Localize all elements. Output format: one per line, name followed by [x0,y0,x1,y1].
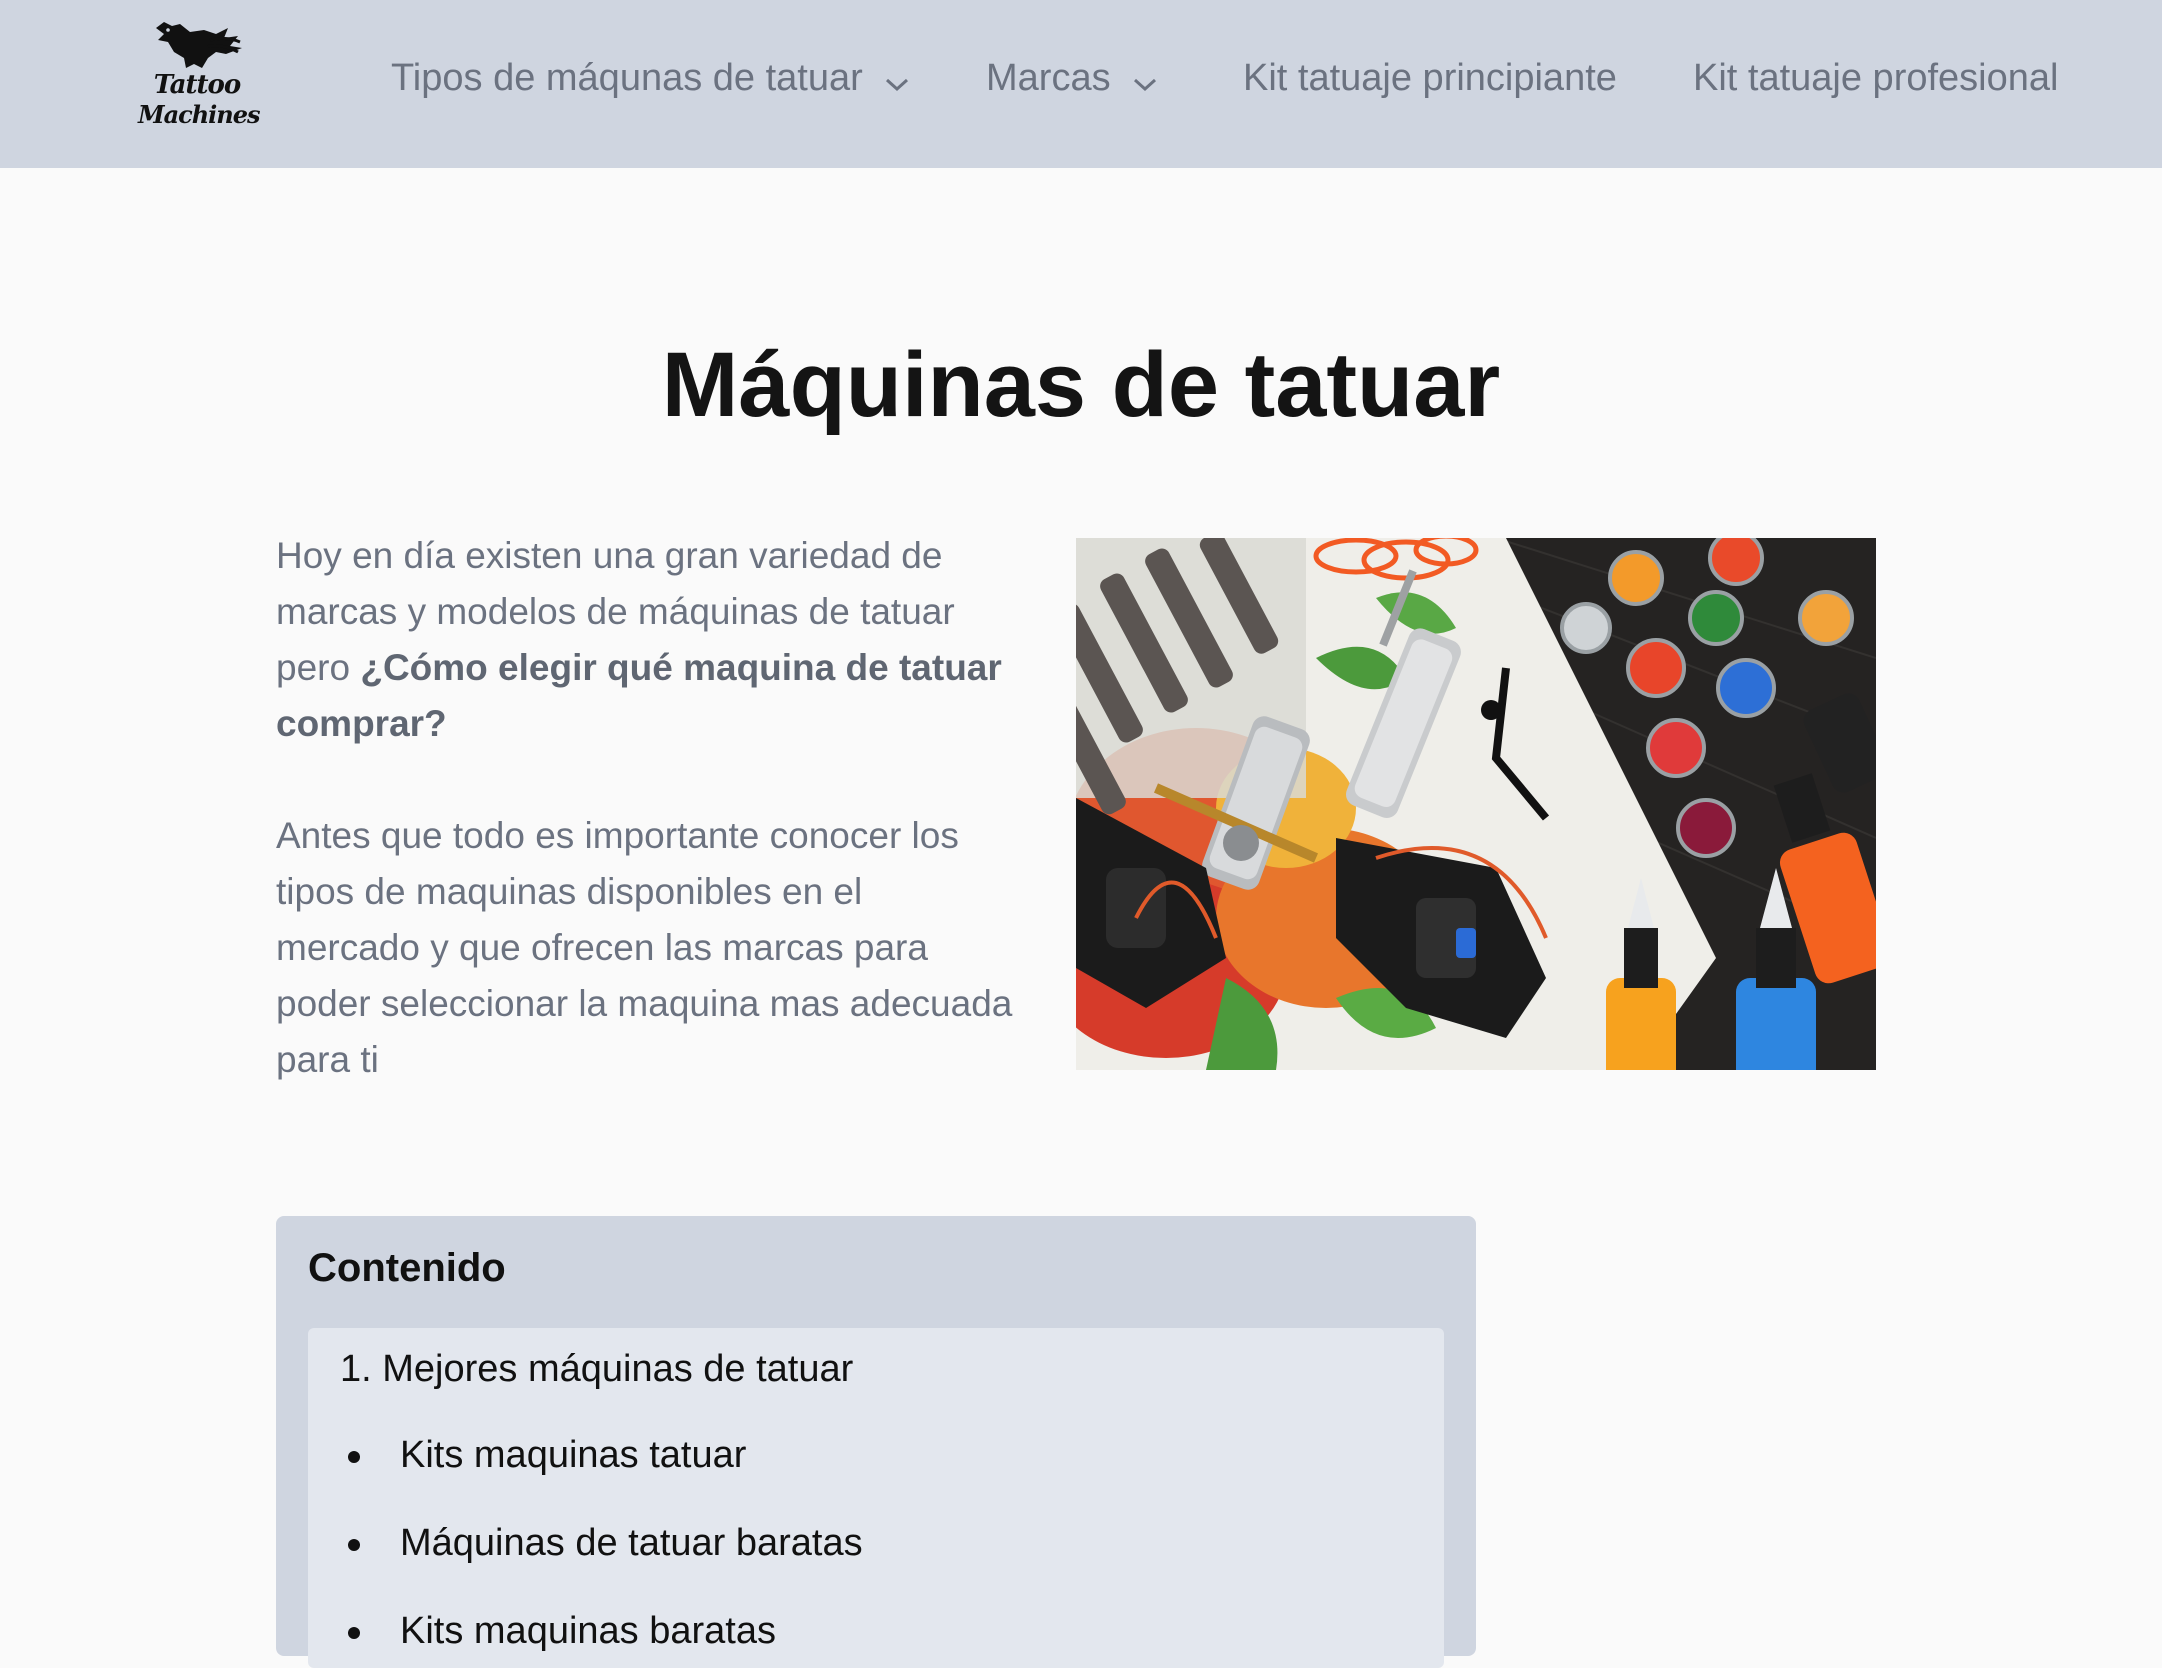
bullet-icon [348,1450,360,1463]
nav-label: Kit tatuaje profesional [1693,57,2059,99]
toc-item-label: Kits maquinas tatuar [400,1434,747,1476]
nav-tipos-maquinas[interactable]: Tipos de máqunas de tatuar [391,52,909,104]
toc-item-link[interactable]: Kits maquinas tatuar [340,1434,746,1477]
bullet-icon [348,1538,360,1551]
toc-item-link[interactable]: Kits maquinas baratas [340,1610,776,1653]
nav-marcas[interactable]: Marcas [986,52,1157,104]
intro-question: ¿Cómo elegir qué maquina de tatuar compr… [276,647,1002,744]
site-logo[interactable]: Tattoo Machines [138,18,261,136]
chevron-down-icon [885,54,909,106]
site-header: Tattoo Machines Tipos de máqunas de tatu… [0,0,2162,168]
tattoo-equipment-illustration [1076,538,1876,1070]
chevron-down-icon [1133,54,1157,106]
toc-list: 1. Mejores máquinas de tatuar Kits maqui… [308,1328,1444,1668]
toc-item-label: Máquinas de tatuar baratas [400,1522,863,1564]
intro-text: Hoy en día existen una gran variedad de … [276,528,1016,1144]
table-of-contents: Contenido 1. Mejores máquinas de tatuar … [276,1216,1476,1668]
nav-label: Marcas [986,57,1111,99]
logo-text-line2: Machines [138,100,261,129]
nav-kit-principiante[interactable]: Kit tatuaje principiante [1243,52,1617,104]
toc-heading-link[interactable]: 1. Mejores máquinas de tatuar [340,1348,853,1391]
toc-item-label: Kits maquinas baratas [400,1610,776,1652]
nav-label: Kit tatuaje principiante [1243,57,1617,99]
toc-title: Contenido [308,1246,506,1290]
bullet-icon [348,1626,360,1639]
page-title: Máquinas de tatuar [661,334,1501,436]
toc-item-link[interactable]: Máquinas de tatuar baratas [340,1522,863,1565]
intro-paragraph-1: Hoy en día existen una gran variedad de … [276,528,1016,752]
intro-paragraph-2: Antes que todo es importante conocer los… [276,815,1013,1080]
logo-text-line1: Tattoo [153,70,241,100]
crow-icon [156,22,242,68]
nav-label: Tipos de máqunas de tatuar [391,57,863,99]
hero-image [1076,538,1876,1070]
nav-kit-profesional[interactable]: Kit tatuaje profesional [1693,52,2058,104]
